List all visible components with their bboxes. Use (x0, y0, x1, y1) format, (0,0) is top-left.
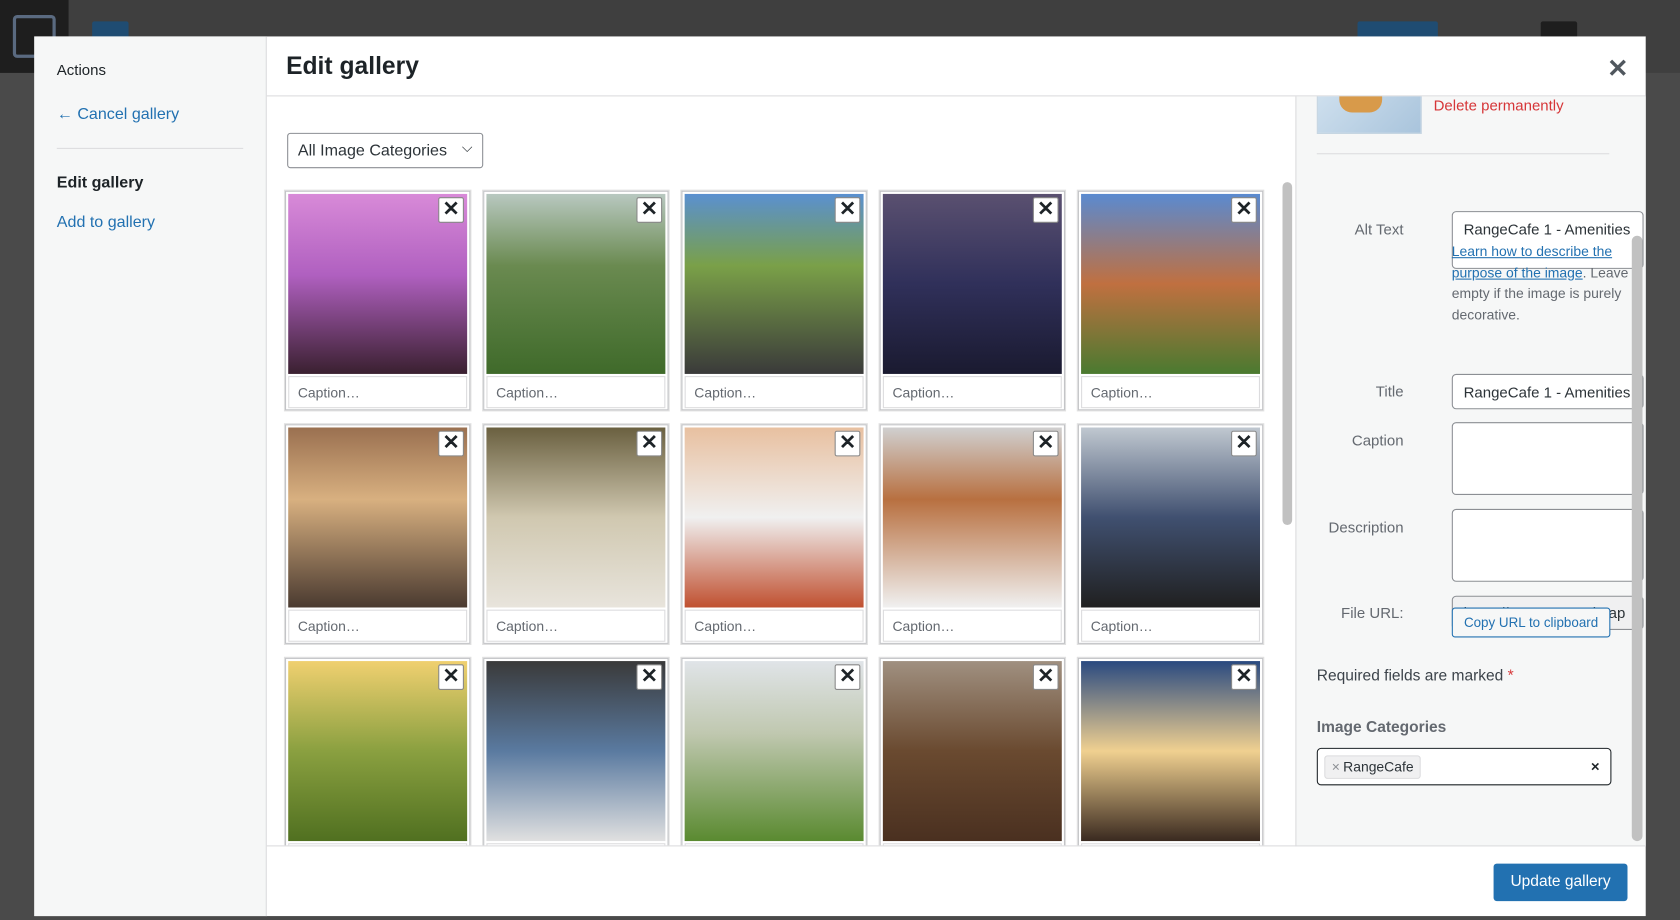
menu-item-add-to-gallery[interactable]: Add to gallery (57, 213, 155, 231)
remove-icon[interactable]: ✕ (1032, 664, 1059, 691)
description-field[interactable] (1451, 508, 1644, 582)
remove-icon[interactable]: ✕ (834, 664, 861, 691)
modal-title: Edit gallery (286, 51, 419, 80)
gallery-item-golf-carts[interactable]: Caption… ✕ (681, 190, 867, 411)
caption-field[interactable]: Caption… (882, 609, 1062, 642)
gallery-item-patio-chairs[interactable]: Caption… ✕ (285, 424, 471, 644)
category-chip: × RangeCafe (1324, 755, 1422, 779)
caption-field[interactable]: Caption… (486, 376, 666, 409)
remove-icon[interactable]: ✕ (1231, 430, 1257, 457)
clear-icon[interactable]: × (1591, 758, 1600, 775)
gallery-item-dining-room[interactable]: Caption… ✕ (483, 424, 669, 644)
gallery-item-lounge[interactable]: Caption…✕ (879, 657, 1066, 846)
caption-field[interactable] (1451, 422, 1644, 496)
caption-field[interactable]: Caption… (1081, 609, 1261, 642)
details-divider (1316, 153, 1610, 155)
gallery-item-teepee-night[interactable]: Caption…✕ (1077, 657, 1264, 846)
gallery-item-banquet-tables[interactable]: Caption… ✕ (879, 190, 1066, 411)
filter-selected-value: All Image Categories (297, 141, 448, 160)
details-scrollbar[interactable] (1631, 235, 1643, 842)
gallery-item-golf-tree[interactable]: Caption…✕ (285, 657, 471, 846)
copy-url-button[interactable]: Copy URL to clipboard (1451, 607, 1611, 638)
media-menu: Actions ← Cancel gallery Edit gallery Ad… (34, 36, 267, 917)
image-category-filter[interactable]: All Image Categories ⌵ (287, 132, 484, 169)
image-categories-heading: Image Categories (1316, 718, 1447, 737)
alt-text-label: Alt Text (1354, 220, 1404, 238)
attachment-thumbnail (1316, 96, 1422, 134)
gallery-item-clubhouse-patio[interactable]: Caption… ✕ (1077, 190, 1264, 411)
gallery-item-tent-event[interactable]: Caption… ✕ (681, 424, 867, 644)
gallery-item-outdoor-tent[interactable]: Caption…✕ (681, 657, 867, 846)
remove-icon[interactable]: ✕ (834, 430, 861, 457)
category-chip-label: RangeCafe (1343, 758, 1414, 775)
caption-field[interactable]: Caption… (1081, 376, 1261, 409)
remove-icon[interactable]: ✕ (438, 664, 464, 691)
close-icon[interactable]: ✕ (1607, 54, 1629, 85)
caption-field[interactable]: Caption… (684, 376, 864, 409)
menu-item-edit-gallery[interactable]: Edit gallery (57, 174, 144, 192)
delete-permanently-link[interactable]: Delete permanently (1434, 96, 1564, 113)
remove-icon[interactable]: ✕ (438, 197, 464, 223)
remove-icon[interactable]: ✕ (1032, 430, 1059, 457)
remove-icon[interactable]: ✕ (1231, 197, 1257, 223)
footer-divider (266, 845, 1646, 847)
remove-icon[interactable]: ✕ (834, 197, 861, 223)
gallery-scrollbar[interactable] (1282, 182, 1293, 526)
image-categories-select[interactable]: × RangeCafe × (1316, 747, 1612, 786)
actions-heading: Actions (56, 61, 106, 79)
required-star: * (1507, 667, 1514, 685)
cancel-gallery-link[interactable]: ← Cancel gallery (57, 105, 179, 123)
caption-field[interactable]: Caption… (288, 609, 468, 642)
caption-field[interactable]: Caption… (882, 376, 1062, 409)
remove-icon[interactable]: ✕ (1231, 664, 1257, 691)
file-url-label: File URL: (1341, 604, 1404, 622)
gallery-item-cocktail-party[interactable]: Caption… ✕ (1077, 424, 1264, 644)
gallery-item-golf-course[interactable]: Caption… ✕ (483, 190, 669, 411)
alt-text-help: Learn how to describe the purpose of the… (1452, 241, 1645, 325)
description-label: Description (1328, 518, 1404, 536)
caption-field[interactable]: Caption… (486, 609, 666, 642)
required-fields-note: Required fields are marked * (1317, 668, 1514, 685)
gallery-item-event-hall-purple[interactable]: Caption… ✕ (285, 190, 471, 411)
remove-icon[interactable]: ✕ (438, 430, 464, 457)
caption-field[interactable]: Caption… (684, 609, 864, 642)
title-label: Title (1375, 382, 1404, 400)
required-text: Required fields are marked (1316, 667, 1504, 685)
remove-icon[interactable]: ✕ (636, 430, 663, 457)
remove-icon[interactable]: ✕ (636, 664, 663, 691)
chevron-down-icon: ⌵ (461, 139, 473, 156)
remove-icon[interactable]: ✕ (1032, 197, 1059, 223)
attachment-details: Delete permanently Alt Text RangeCafe 1 … (1295, 96, 1646, 847)
caption-field[interactable]: Caption… (288, 376, 468, 409)
gallery-item-bridal-party[interactable]: Caption…✕ (483, 657, 669, 846)
caption-label: Caption (1351, 431, 1404, 449)
title-field[interactable]: RangeCafe 1 - Amenities (1451, 373, 1644, 410)
gallery-item-appetizers[interactable]: Caption… ✕ (879, 424, 1066, 644)
update-gallery-button[interactable]: Update gallery (1493, 863, 1628, 902)
media-modal: Actions ← Cancel gallery Edit gallery Ad… (34, 36, 1646, 917)
gallery-grid: Caption… ✕ Caption… ✕ Caption… ✕ Caption… ✕ Capt… (283, 189, 1279, 846)
menu-divider (56, 147, 244, 149)
remove-icon[interactable]: ✕ (636, 197, 663, 223)
remove-chip-icon[interactable]: × (1332, 759, 1340, 775)
